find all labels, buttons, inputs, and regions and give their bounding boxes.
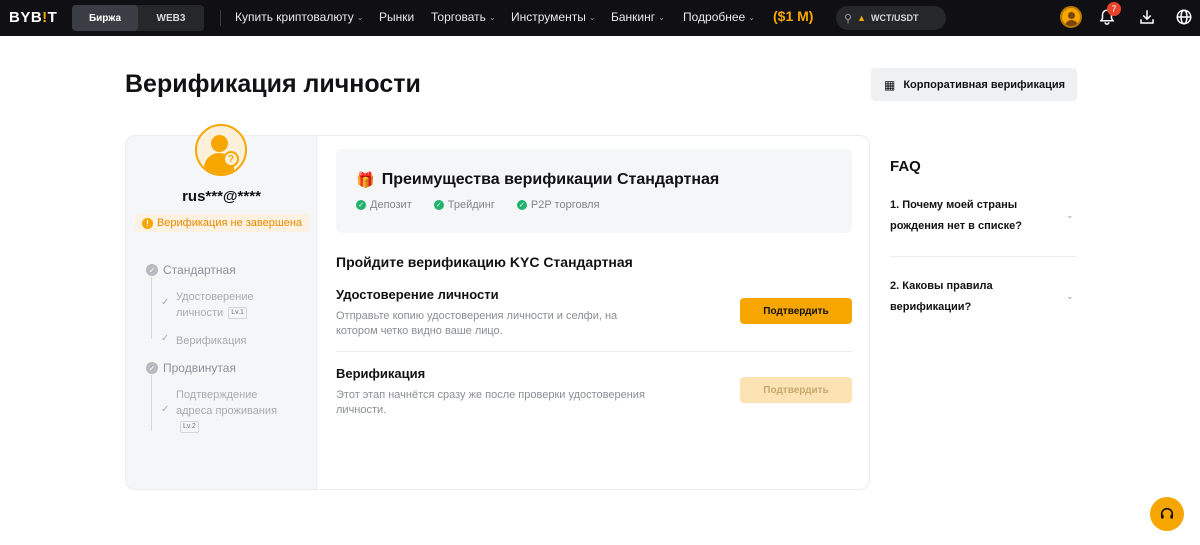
- step-address-proof: Подтверждение адреса проживания Lv.2: [176, 387, 277, 435]
- step-identity-description: Отправьте копию удостоверения личности и…: [336, 310, 618, 337]
- question-icon: ?: [223, 151, 239, 167]
- check-icon: ✓: [161, 333, 170, 344]
- check-circle-icon: ✓: [516, 200, 527, 210]
- check-circle-icon: ✓: [356, 200, 366, 210]
- nav-more-label: Подробнее: [683, 10, 746, 24]
- tab-web3[interactable]: WEB3: [138, 5, 204, 31]
- support-chat-button[interactable]: [1150, 497, 1184, 531]
- step-verification-description: Этот этап начнётся сразу же после провер…: [336, 389, 645, 416]
- search-value: WCT/USDT: [870, 13, 919, 23]
- page-title: Верификация личности: [125, 70, 421, 98]
- benefits-panel: 🎁 Преимущества верификации Стандартная ✓…: [336, 149, 852, 233]
- faq-divider: [890, 256, 1076, 257]
- status-badge: ! Верификация не завершена: [135, 214, 309, 232]
- tab-exchange[interactable]: Биржа: [72, 5, 138, 31]
- notification-count-badge: 7: [1107, 2, 1121, 16]
- benefit-p2p: ✓ P2P торговля: [516, 199, 600, 211]
- chevron-down-icon: ⌄: [658, 12, 665, 22]
- verification-sidebar: rus***@**** ! Верификация не завершена ✓…: [126, 136, 317, 489]
- level-advanced: ✓ Продвинутая: [146, 361, 236, 375]
- level-standard: ✓ Стандартная: [146, 263, 236, 277]
- level-badge: Lv.1: [228, 307, 247, 320]
- divider: [336, 351, 852, 352]
- nav-divider: [220, 10, 221, 26]
- nav-tools[interactable]: Инструменты ⌄: [511, 10, 596, 24]
- nav-trade-label: Торговать: [431, 10, 486, 24]
- level-connector: [151, 277, 152, 339]
- verification-card: rus***@**** ! Верификация не завершена ✓…: [125, 135, 870, 490]
- kyc-title: Пройдите верификацию KYC Стандартная: [336, 254, 633, 270]
- benefits-title-text: Преимущества верификации Стандартная: [381, 171, 720, 188]
- nav-banking-label: Банкинг: [611, 10, 656, 24]
- profile-avatar: ?: [195, 124, 247, 176]
- headset-icon: [1160, 507, 1174, 519]
- step-verification: Верификация: [176, 335, 247, 347]
- check-icon: ✓: [161, 297, 170, 308]
- user-avatar[interactable]: [1060, 6, 1082, 28]
- confirm-identity-button[interactable]: Подтвердить: [740, 298, 852, 324]
- search-icon: ⚲: [844, 12, 853, 25]
- step-identity-title: Удостоверение личности: [336, 287, 499, 302]
- check-circle-icon: ✓: [146, 264, 158, 276]
- building-icon: ▦: [884, 77, 896, 92]
- benefit-trading: ✓ Трейдинг: [433, 199, 495, 211]
- gift-icon: 🎁: [356, 172, 375, 189]
- globe-icon[interactable]: [1175, 8, 1193, 26]
- check-circle-icon: ✓: [146, 362, 158, 374]
- check-circle-icon: ✓: [433, 200, 444, 210]
- check-icon: ✓: [161, 404, 170, 415]
- warning-icon: !: [141, 217, 153, 229]
- search-input[interactable]: ⚲ ▲ WCT/USDT: [836, 6, 946, 30]
- benefits-list: ✓ Депозит ✓ Трейдинг ✓ P2P торговля: [356, 199, 600, 211]
- chevron-down-icon: ⌄: [488, 12, 496, 22]
- benefit-deposit: ✓ Депозит: [356, 199, 412, 211]
- chevron-down-icon: ⌄: [748, 12, 755, 22]
- corporate-verification-label: Корпоративная верификация: [903, 78, 1066, 91]
- confirm-verification-button[interactable]: Подтвердить: [740, 377, 852, 403]
- nav-buy-crypto-label: Купить криптовалюту: [235, 10, 354, 24]
- faq-item-2[interactable]: 2. Каковы правила верификации?: [890, 276, 1076, 318]
- step-identity-document: Удостоверение личности Lv.1: [176, 291, 254, 320]
- nav-banking[interactable]: Банкинг ⌄: [611, 10, 665, 24]
- level-standard-label: Стандартная: [163, 263, 236, 277]
- chevron-down-icon[interactable]: ⌄: [1066, 291, 1074, 302]
- step-verification-title: Верификация: [336, 366, 426, 381]
- level-advanced-label: Продвинутая: [163, 361, 236, 375]
- user-email: rus***@****: [182, 188, 261, 205]
- exchange-web3-switch: Биржа WEB3: [72, 5, 204, 31]
- chevron-down-icon: ⌄: [356, 12, 364, 22]
- status-text: Верификация не завершена: [156, 217, 303, 229]
- level-connector: [151, 375, 152, 431]
- nav-tools-label: Инструменты: [511, 10, 586, 24]
- benefits-title: 🎁 Преимущества верификации Стандартная: [356, 171, 719, 189]
- download-icon[interactable]: [1138, 8, 1156, 26]
- bybit-logo[interactable]: BYB!T: [9, 9, 57, 26]
- chevron-down-icon: ⌄: [588, 12, 596, 22]
- nav-markets-label: Рынки: [379, 10, 415, 24]
- chevron-down-icon[interactable]: ⌄: [1066, 210, 1074, 221]
- level-badge: Lv.2: [180, 421, 199, 434]
- nav-buy-crypto[interactable]: Купить криптовалюту ⌄: [235, 10, 363, 24]
- corporate-verification-button[interactable]: ▦ Корпоративная верификация: [871, 68, 1077, 101]
- faq-title: FAQ: [890, 158, 921, 175]
- faq-item-1[interactable]: 1. Почему моей страны рождения нет в спис…: [890, 195, 1076, 237]
- fire-icon: ▲: [857, 13, 866, 23]
- nav-more[interactable]: Подробнее ⌄: [683, 10, 755, 24]
- nav-trade[interactable]: Торговать ⌄: [431, 10, 496, 24]
- top-navigation: BYB!T Биржа WEB3 Купить криптовалюту ⌄ Ры…: [0, 0, 1200, 36]
- promo-reward[interactable]: ($1 M): [773, 8, 813, 24]
- nav-markets[interactable]: Рынки: [379, 10, 414, 24]
